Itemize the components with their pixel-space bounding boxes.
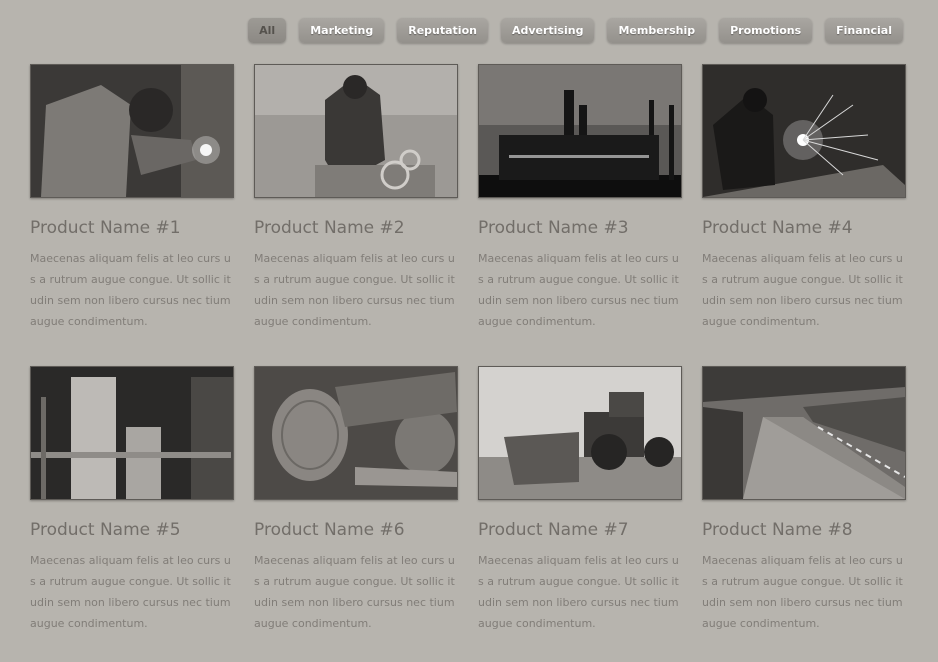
- product-thumbnail-welder[interactable]: [30, 64, 234, 198]
- product-name[interactable]: Product Name #4: [702, 218, 906, 238]
- product-card: Product Name #6 Maecenas aliquam felis a…: [254, 366, 458, 634]
- filter-bar: All Marketing Reputation Advertising Mem…: [248, 18, 903, 43]
- product-card: Product Name #4 Maecenas aliquam felis a…: [702, 64, 906, 332]
- filter-all[interactable]: All: [248, 18, 287, 43]
- product-name[interactable]: Product Name #5: [30, 520, 234, 540]
- product-thumbnail-silos[interactable]: [30, 366, 234, 500]
- product-description: Maecenas aliquam felis at leo curs us a …: [702, 554, 903, 630]
- product-description: Maecenas aliquam felis at leo curs us a …: [30, 252, 231, 328]
- product-thumbnail-refinery[interactable]: [478, 64, 682, 198]
- product-thumbnail-logs[interactable]: [254, 366, 458, 500]
- filter-financial[interactable]: Financial: [825, 18, 903, 43]
- filter-promotions[interactable]: Promotions: [719, 18, 813, 43]
- product-description: Maecenas aliquam felis at leo curs us a …: [478, 252, 679, 328]
- product-name[interactable]: Product Name #1: [30, 218, 234, 238]
- product-thumbnail-train-station[interactable]: [702, 366, 906, 500]
- product-card: Product Name #3 Maecenas aliquam felis a…: [478, 64, 682, 332]
- product-description: Maecenas aliquam felis at leo curs us a …: [254, 554, 455, 630]
- product-name[interactable]: Product Name #8: [702, 520, 906, 540]
- product-card: Product Name #1 Maecenas aliquam felis a…: [30, 64, 234, 332]
- product-description: Maecenas aliquam felis at leo curs us a …: [30, 554, 231, 630]
- product-thumbnail-loaders[interactable]: [478, 366, 682, 500]
- filter-marketing[interactable]: Marketing: [299, 18, 385, 43]
- product-description: Maecenas aliquam felis at leo curs us a …: [254, 252, 455, 328]
- product-description: Maecenas aliquam felis at leo curs us a …: [478, 554, 679, 630]
- product-thumbnail-sparks[interactable]: [702, 64, 906, 198]
- product-name[interactable]: Product Name #7: [478, 520, 682, 540]
- product-card: Product Name #7 Maecenas aliquam felis a…: [478, 366, 682, 634]
- filter-membership[interactable]: Membership: [607, 18, 707, 43]
- product-name[interactable]: Product Name #2: [254, 218, 458, 238]
- product-card: Product Name #8 Maecenas aliquam felis a…: [702, 366, 906, 634]
- product-thumbnail-worker-valves[interactable]: [254, 64, 458, 198]
- product-card: Product Name #5 Maecenas aliquam felis a…: [30, 366, 234, 634]
- product-name[interactable]: Product Name #6: [254, 520, 458, 540]
- product-description: Maecenas aliquam felis at leo curs us a …: [702, 252, 903, 328]
- filter-reputation[interactable]: Reputation: [397, 18, 488, 43]
- filter-advertising[interactable]: Advertising: [500, 18, 595, 43]
- product-card: Product Name #2 Maecenas aliquam felis a…: [254, 64, 458, 332]
- product-name[interactable]: Product Name #3: [478, 218, 682, 238]
